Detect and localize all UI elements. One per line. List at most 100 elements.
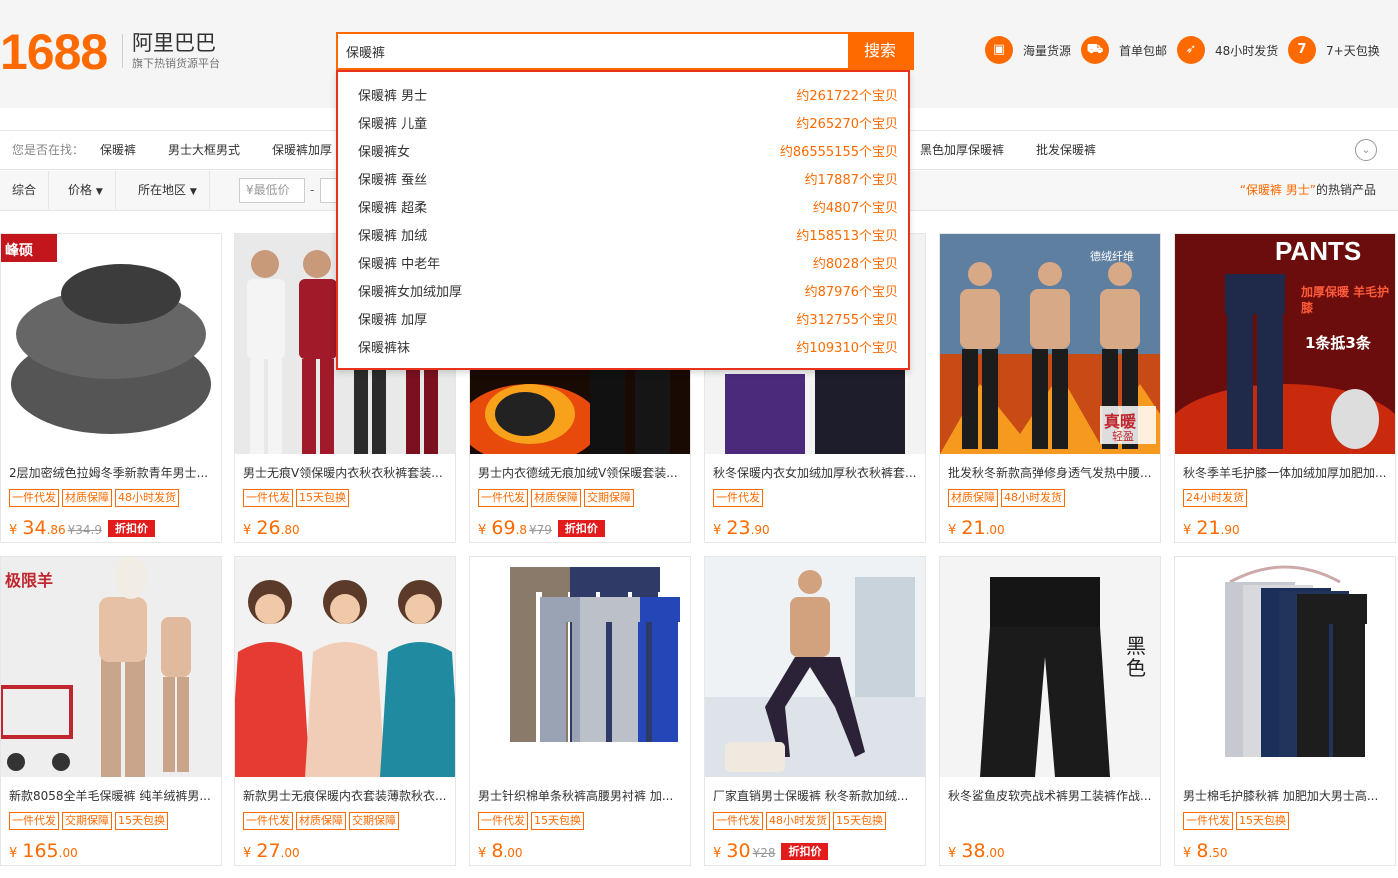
product-title[interactable]: 批发秋冬新款高弹修身透气发热中腰... bbox=[948, 465, 1158, 481]
related-item[interactable]: 保暖裤加厚 bbox=[272, 131, 332, 169]
suggestion-item[interactable]: 保暖裤 男士 约261722个宝贝 bbox=[358, 83, 898, 111]
price-decimal: .00 bbox=[58, 846, 78, 860]
brand-name[interactable]: 阿里巴巴 bbox=[132, 30, 216, 56]
suggestion-count: 约17887个宝贝 bbox=[804, 173, 898, 188]
product-title[interactable]: 秋冬保暖内衣女加绒加厚秋衣秋裤套... bbox=[713, 465, 923, 481]
sort-default[interactable]: 综合 bbox=[0, 171, 50, 209]
service-tag: 一件代发 bbox=[478, 489, 528, 507]
product-tags: 一件代发 48小时发货 15天包换 bbox=[713, 812, 889, 830]
product-card[interactable]: 厂家直销男士保暖裤 秋冬新款加绒... 一件代发 48小时发货 15天包换 ¥ 30 ¥2… bbox=[704, 556, 926, 866]
price-integer: 38 bbox=[961, 840, 986, 862]
suggestion-item[interactable]: 保暖裤袜 约109310个宝贝 bbox=[358, 335, 898, 363]
price-decimal: .50 bbox=[1208, 846, 1228, 860]
suggestion-count: 约8028个宝贝 bbox=[812, 257, 898, 272]
product-price: ¥ 69.8 ¥79 折扣价 bbox=[478, 516, 605, 543]
product-image[interactable] bbox=[470, 557, 690, 777]
product-card[interactable]: 峰硕 2层加密绒色拉姆冬季新款青年男士... 一件代发 材质保障 48小时发货 ¥ 34.… bbox=[0, 233, 222, 543]
suggestion-item[interactable]: 保暖裤 儿童 约265270个宝贝 bbox=[358, 111, 898, 139]
product-image[interactable]: 黑色 bbox=[940, 557, 1160, 777]
product-card[interactable]: 男士针织棉单条秋裤高腰男衬裤 加... 一件代发 15天包换 ¥ 8.00 bbox=[469, 556, 691, 866]
product-image[interactable]: 极限羊 bbox=[1, 557, 221, 777]
suggestion-term: 保暖裤袜 bbox=[358, 341, 411, 356]
suggestion-term: 保暖裤女 bbox=[358, 145, 411, 160]
original-price: ¥28 bbox=[752, 846, 776, 860]
product-image[interactable]: 德绒纤维 真暖 轻盈 bbox=[940, 234, 1160, 454]
product-image[interactable]: PANTS 加厚保暖 羊毛护膝 1条抵3条 bbox=[1175, 234, 1395, 454]
suggestion-count: 约87976个宝贝 bbox=[804, 285, 898, 300]
suggestion-item[interactable]: 保暖裤 超柔 约4807个宝贝 bbox=[358, 195, 898, 223]
product-price: ¥ 30 ¥28 折扣价 bbox=[713, 839, 829, 866]
suggestion-count: 约158513个宝贝 bbox=[796, 229, 898, 244]
sort-price[interactable]: 价格 ▼ bbox=[56, 171, 116, 209]
feature-48h[interactable]: ➶ 48小时发货 bbox=[1177, 36, 1278, 64]
product-card[interactable]: PANTS 加厚保暖 羊毛护膝 1条抵3条 秋冬季羊毛护膝一体加绒加厚加肥加... 24… bbox=[1174, 233, 1396, 543]
related-item[interactable]: 黑色加厚保暖裤 bbox=[920, 131, 1004, 169]
service-tag: 一件代发 bbox=[1183, 812, 1233, 830]
hot-products-label[interactable]: “保暖裤 男士”的热销产品 bbox=[1240, 171, 1376, 209]
truck-icon: ⛟ bbox=[1081, 36, 1109, 64]
product-title[interactable]: 厂家直销男士保暖裤 秋冬新款加绒... bbox=[713, 788, 923, 804]
product-card[interactable]: 极限羊 新款8058全羊毛保暖裤 纯羊绒裤男... 一件代发 交期保障 15天包换 ¥ 1… bbox=[0, 556, 222, 866]
currency-symbol: ¥ bbox=[478, 523, 487, 538]
product-overlay: 轻盈 bbox=[1112, 430, 1134, 443]
suggestion-item[interactable]: 保暖裤 加厚 约312755个宝贝 bbox=[358, 307, 898, 335]
related-item[interactable]: 批发保暖裤 bbox=[1036, 131, 1096, 169]
currency-symbol: ¥ bbox=[948, 846, 957, 861]
product-image[interactable] bbox=[1175, 557, 1395, 777]
chevron-down-icon[interactable]: ⌄ bbox=[1355, 139, 1377, 161]
service-tag: 材质保障 bbox=[948, 489, 998, 507]
feature-stock[interactable]: ▣ 海量货源 bbox=[985, 36, 1071, 64]
product-tags: 一件代发 材质保障 48小时发货 bbox=[9, 489, 182, 507]
product-image[interactable]: 峰硕 bbox=[1, 234, 221, 454]
sort-price-label: 价格 bbox=[68, 183, 93, 197]
product-image[interactable] bbox=[235, 557, 455, 777]
price-integer: 21 bbox=[1196, 517, 1221, 539]
currency-symbol: ¥ bbox=[1183, 846, 1192, 861]
price-decimal: .00 bbox=[503, 846, 523, 860]
min-price-input[interactable]: ¥最低价 bbox=[239, 178, 305, 203]
suggestion-item[interactable]: 保暖裤 中老年 约8028个宝贝 bbox=[358, 251, 898, 279]
service-tag: 一件代发 bbox=[713, 812, 763, 830]
suggestion-term: 保暖裤 超柔 bbox=[358, 201, 428, 216]
product-card[interactable]: 黑色秋冬鲨鱼皮软壳战术裤男工装裤作战... ¥ 38.00 bbox=[939, 556, 1161, 866]
product-title[interactable]: 男士针织棉单条秋裤高腰男衬裤 加... bbox=[478, 788, 688, 804]
product-title[interactable]: 男士内衣德绒无痕加绒V领保暖套装... bbox=[478, 465, 688, 481]
suggestion-count: 约4807个宝贝 bbox=[812, 201, 898, 216]
box-icon: ▣ bbox=[985, 36, 1013, 64]
product-card[interactable]: 男士棉毛护膝秋裤 加肥加大男士高... 一件代发 15天包换 ¥ 8.50 bbox=[1174, 556, 1396, 866]
product-card[interactable]: 新款男士无痕保暖内衣套装薄款秋衣... 一件代发 材质保障 交期保障 ¥ 27.00 bbox=[234, 556, 456, 866]
product-title[interactable]: 新款8058全羊毛保暖裤 纯羊绒裤男... bbox=[9, 788, 219, 804]
original-price: ¥79 bbox=[529, 523, 552, 537]
suggestion-item[interactable]: 保暖裤 加绒 约158513个宝贝 bbox=[358, 223, 898, 251]
related-item[interactable]: 保暖裤 bbox=[100, 131, 136, 169]
filter-region[interactable]: 所在地区 ▼ bbox=[126, 171, 210, 209]
search-input[interactable] bbox=[346, 34, 846, 68]
product-title[interactable]: 秋冬季羊毛护膝一体加绒加厚加肥加... bbox=[1183, 465, 1393, 481]
product-price: ¥ 38.00 bbox=[948, 839, 1005, 866]
price-integer: 23 bbox=[726, 517, 751, 539]
currency-symbol: ¥ bbox=[9, 523, 18, 538]
price-integer: 8 bbox=[1196, 840, 1209, 862]
feature-free-shipping[interactable]: ⛟ 首单包邮 bbox=[1081, 36, 1167, 64]
suggestion-item[interactable]: 保暖裤 蚕丝 约17887个宝贝 bbox=[358, 167, 898, 195]
price-decimal: .00 bbox=[280, 846, 300, 860]
suggestion-item[interactable]: 保暖裤女加绒加厚 约87976个宝贝 bbox=[358, 279, 898, 307]
product-title[interactable]: 男士无痕V领保暖内衣秋衣秋裤套装... bbox=[243, 465, 453, 481]
suggestion-item[interactable]: 保暖裤女 约86555155个宝贝 bbox=[358, 139, 898, 167]
logo-1688[interactable]: 1688 bbox=[0, 24, 108, 80]
product-price: ¥ 165.00 bbox=[9, 839, 78, 866]
product-title[interactable]: 秋冬鲨鱼皮软壳战术裤男工装裤作战... bbox=[948, 788, 1158, 804]
suggestion-count: 约86555155个宝贝 bbox=[779, 145, 898, 160]
service-tag: 48小时发货 bbox=[115, 489, 179, 507]
search-button[interactable]: 搜索 bbox=[848, 32, 912, 70]
product-title[interactable]: 2层加密绒色拉姆冬季新款青年男士... bbox=[9, 465, 219, 481]
return-7-icon: 7 bbox=[1288, 36, 1316, 64]
suggestion-count: 约109310个宝贝 bbox=[796, 341, 898, 356]
product-title[interactable]: 新款男士无痕保暖内衣套装薄款秋衣... bbox=[243, 788, 453, 804]
product-card[interactable]: 德绒纤维 真暖 轻盈 批发秋冬新款高弹修身透气发热中腰... 材质保障 48小时发货 ¥ 2… bbox=[939, 233, 1161, 543]
feature-7day[interactable]: 7 7+天包换 bbox=[1288, 36, 1380, 64]
currency-symbol: ¥ bbox=[948, 523, 957, 538]
related-item[interactable]: 男士大框男式 bbox=[168, 131, 240, 169]
product-image[interactable] bbox=[705, 557, 925, 777]
product-title[interactable]: 男士棉毛护膝秋裤 加肥加大男士高... bbox=[1183, 788, 1393, 804]
